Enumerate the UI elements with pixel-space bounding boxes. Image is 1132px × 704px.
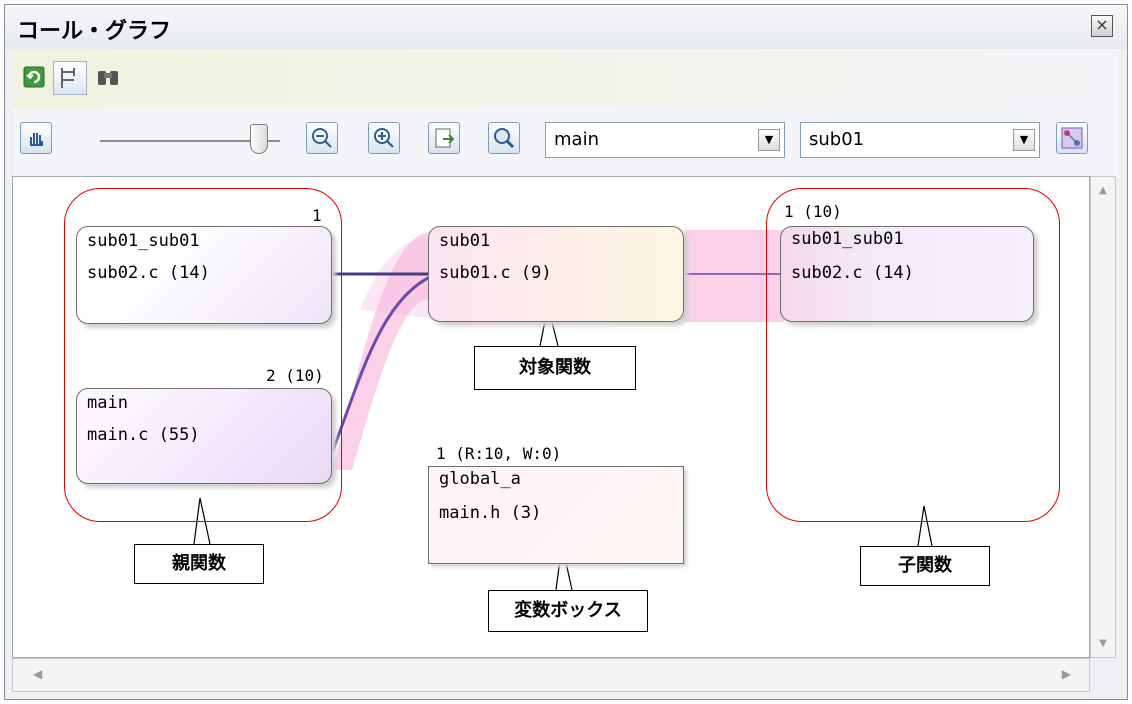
parent1-name: sub01_sub01 xyxy=(87,231,200,251)
callout-variable-box: 変数ボックス xyxy=(488,590,648,632)
parent1-count: 1 xyxy=(312,206,322,225)
parent2-file: main.c (55) xyxy=(87,425,200,445)
callout-parent-function: 親関数 xyxy=(134,544,264,584)
parent-node-1[interactable]: sub01_sub01 sub02.c (14) xyxy=(76,226,332,324)
child1-count: 1 (10) xyxy=(784,202,842,221)
target-name: sub01 xyxy=(439,231,491,251)
child-node-1[interactable]: sub01_sub01 sub02.c (14) xyxy=(780,226,1034,322)
parent-node-2[interactable]: main main.c (55) xyxy=(76,388,332,484)
child1-file: sub02.c (14) xyxy=(791,263,914,283)
variable-file: main.h (3) xyxy=(439,503,542,523)
child1-name: sub01_sub01 xyxy=(791,229,904,249)
parent2-count: 2 (10) xyxy=(266,366,324,385)
target-file: sub01.c (9) xyxy=(439,263,552,283)
target-node[interactable]: sub01 sub01.c (9) xyxy=(428,226,684,322)
parent1-file: sub02.c (14) xyxy=(87,263,210,283)
parent2-name: main xyxy=(87,393,128,413)
callout-child-function: 子関数 xyxy=(860,546,990,586)
callout-target-function: 対象関数 xyxy=(474,346,636,390)
variable-name: global_a xyxy=(439,469,521,489)
variable-count: 1 (R:10, W:0) xyxy=(436,444,562,463)
variable-box[interactable]: global_a main.h (3) xyxy=(428,466,684,564)
